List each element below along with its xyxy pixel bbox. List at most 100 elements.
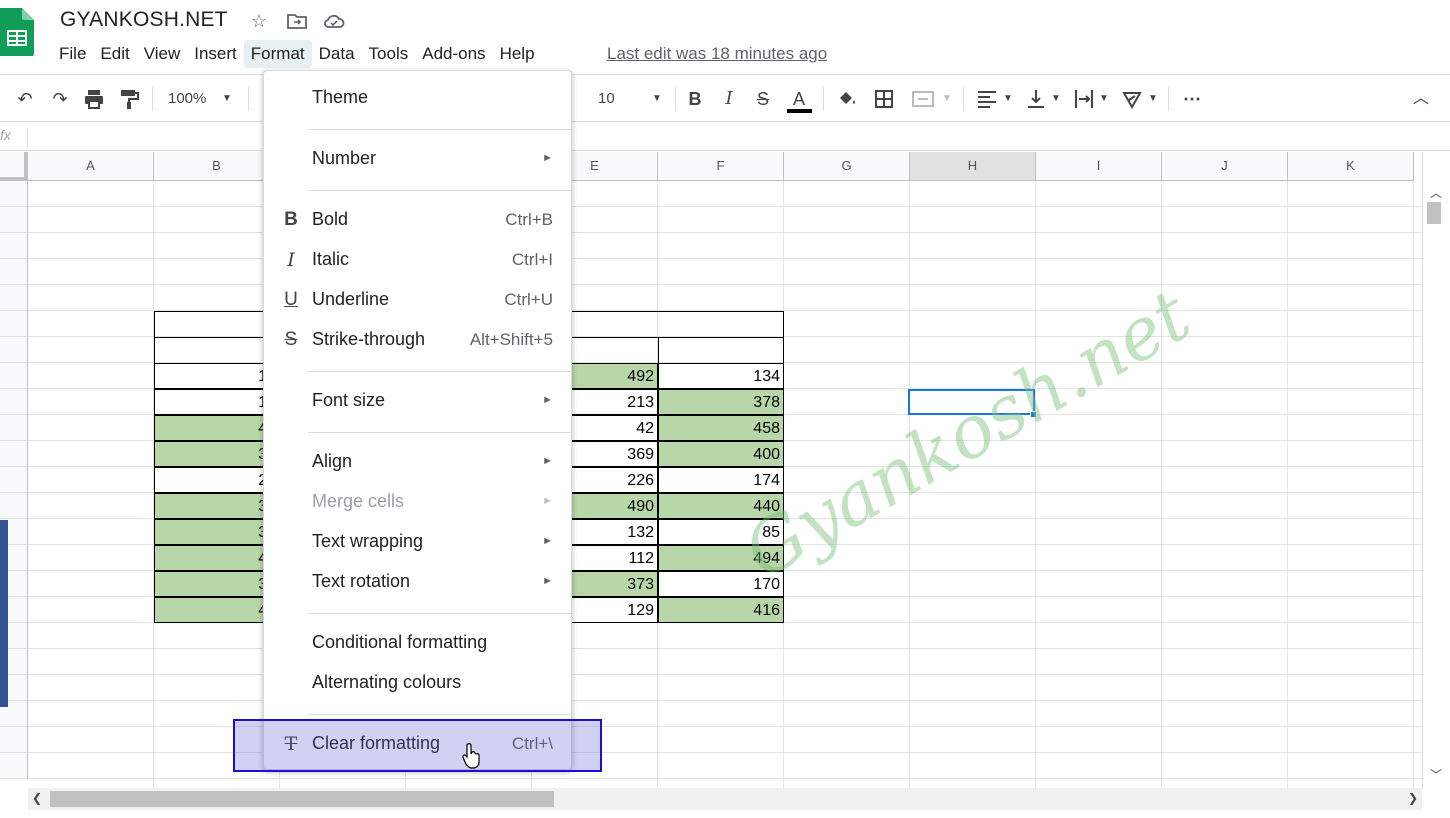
scroll-down-icon[interactable]: ﹀ (1430, 766, 1442, 783)
menu-item-strikethrough[interactable]: S Strike-through Alt+Shift+5 (264, 321, 573, 361)
fill-color-icon[interactable] (835, 87, 859, 111)
table-cell[interactable]: 18 (154, 363, 280, 389)
menu-view[interactable]: View (137, 40, 188, 68)
menu-addons[interactable]: Add-ons (415, 40, 492, 68)
redo-icon[interactable]: ↷ (47, 87, 73, 111)
horizontal-align-icon[interactable] (975, 87, 999, 111)
menu-file[interactable]: File (52, 40, 93, 68)
row-header[interactable] (0, 285, 28, 311)
menu-item-merge-cells[interactable]: Merge cells ► (264, 483, 573, 523)
menu-item-font-size[interactable]: Font size ► (264, 382, 573, 422)
last-edit-link[interactable]: Last edit was 18 minutes ago (607, 44, 827, 64)
column-header-k[interactable]: K (1288, 152, 1414, 181)
document-title[interactable]: GYANKOSH.NET (60, 8, 228, 32)
move-folder-icon[interactable] (286, 10, 308, 32)
menu-item-align[interactable]: Align ► (264, 443, 573, 483)
merge-cells-icon[interactable] (910, 87, 936, 111)
table-cell[interactable]: 416 (658, 597, 784, 623)
column-header-j[interactable]: J (1162, 152, 1288, 181)
menu-item-theme[interactable]: Theme (264, 79, 573, 119)
menu-item-italic[interactable]: I Italic Ctrl+I (264, 241, 573, 281)
chevron-down-icon[interactable]: ▼ (1146, 87, 1160, 111)
row-header[interactable] (0, 233, 28, 259)
row-header[interactable] (0, 389, 28, 415)
chevron-down-icon[interactable]: ▼ (940, 87, 954, 111)
menu-tools[interactable]: Tools (362, 40, 416, 68)
menu-format[interactable]: Format (243, 40, 312, 68)
vertical-align-icon[interactable] (1024, 87, 1048, 111)
row-header[interactable] (0, 727, 28, 753)
horizontal-scroll-thumb[interactable] (50, 791, 554, 807)
column-header-i[interactable]: I (1036, 152, 1162, 181)
vertical-scrollbar[interactable]: ︿ ﹀ (1422, 152, 1450, 788)
menu-insert[interactable]: Insert (187, 40, 244, 68)
chevron-down-icon[interactable]: ▼ (650, 87, 664, 111)
table-cell[interactable]: 174 (658, 467, 784, 493)
column-header-h[interactable]: H (910, 152, 1036, 181)
menu-item-conditional-formatting[interactable]: Conditional formatting (264, 624, 573, 664)
chevron-down-icon[interactable]: ▼ (1097, 87, 1111, 111)
text-color-icon[interactable]: A (786, 87, 812, 111)
bold-icon[interactable]: B (684, 87, 706, 111)
table-cell[interactable]: 34 (154, 493, 280, 519)
select-all-corner[interactable] (0, 152, 28, 181)
print-icon[interactable] (82, 87, 106, 111)
italic-icon[interactable]: I (718, 87, 740, 111)
menu-data[interactable]: Data (312, 40, 362, 68)
table-cell[interactable]: 134 (658, 363, 784, 389)
chevron-down-icon[interactable]: ▼ (220, 87, 234, 111)
vertical-scroll-thumb[interactable] (1427, 202, 1441, 224)
chevron-down-icon[interactable]: ▼ (1001, 87, 1015, 111)
row-header[interactable] (0, 181, 28, 207)
row-header[interactable] (0, 337, 28, 363)
table-cell[interactable]: 20 (154, 467, 280, 493)
row-header[interactable] (0, 363, 28, 389)
row-header[interactable] (0, 207, 28, 233)
horizontal-scrollbar[interactable]: ❮ ❯ (28, 788, 1422, 810)
scroll-left-icon[interactable]: ❮ (32, 791, 42, 805)
strikethrough-icon[interactable]: S (752, 87, 774, 111)
more-options-icon[interactable]: ⋯ (1180, 87, 1204, 111)
scroll-up-icon[interactable]: ︿ (1430, 184, 1442, 201)
star-icon[interactable]: ☆ (248, 10, 270, 32)
column-header-g[interactable]: G (784, 152, 910, 181)
sheets-logo-icon[interactable] (0, 8, 34, 56)
table-cell[interactable]: 47 (154, 597, 280, 623)
row-header[interactable] (0, 441, 28, 467)
scroll-right-icon[interactable]: ❯ (1408, 791, 1418, 805)
table-cell[interactable]: 34 (154, 519, 280, 545)
table-cell[interactable]: 40 (154, 415, 280, 441)
paint-format-icon[interactable] (117, 87, 141, 111)
row-header[interactable] (0, 259, 28, 285)
menu-item-underline[interactable]: U Underline Ctrl+U (264, 281, 573, 321)
borders-icon[interactable] (872, 87, 896, 111)
table-cell[interactable]: 39 (154, 571, 280, 597)
table-cell[interactable]: 33 (154, 441, 280, 467)
column-header-a[interactable]: A (28, 152, 154, 181)
menu-item-alternating-colours[interactable]: Alternating colours (264, 664, 573, 704)
row-header[interactable] (0, 493, 28, 519)
table-cell[interactable]: 400 (658, 441, 784, 467)
chevron-down-icon[interactable]: ▼ (1049, 87, 1063, 111)
table-cell[interactable]: 458 (658, 415, 784, 441)
row-header[interactable] (0, 311, 28, 337)
spreadsheet-grid[interactable]: ABCDEFGHIJK18492134162133784042458333694… (0, 152, 1422, 788)
menu-edit[interactable]: Edit (93, 40, 136, 68)
text-wrapping-icon[interactable] (1072, 87, 1096, 111)
row-header[interactable] (0, 415, 28, 441)
column-header-f[interactable]: F (658, 152, 784, 181)
column-header-b[interactable]: B (154, 152, 280, 181)
menu-help[interactable]: Help (493, 40, 542, 68)
row-header[interactable] (0, 467, 28, 493)
collapse-toolbar-icon[interactable]: ︿ (1408, 87, 1434, 111)
menu-item-number[interactable]: Number ► (264, 140, 573, 180)
undo-icon[interactable]: ↶ (12, 87, 38, 111)
menu-item-bold[interactable]: B Bold Ctrl+B (264, 201, 573, 241)
menu-item-text-wrapping[interactable]: Text wrapping ► (264, 523, 573, 563)
cloud-saved-icon[interactable] (323, 10, 345, 32)
table-cell[interactable]: 378 (658, 389, 784, 415)
menu-item-text-rotation[interactable]: Text rotation ► (264, 563, 573, 603)
text-rotation-icon[interactable] (1120, 87, 1144, 111)
row-header[interactable] (0, 753, 28, 779)
table-cell[interactable]: 16 (154, 389, 280, 415)
